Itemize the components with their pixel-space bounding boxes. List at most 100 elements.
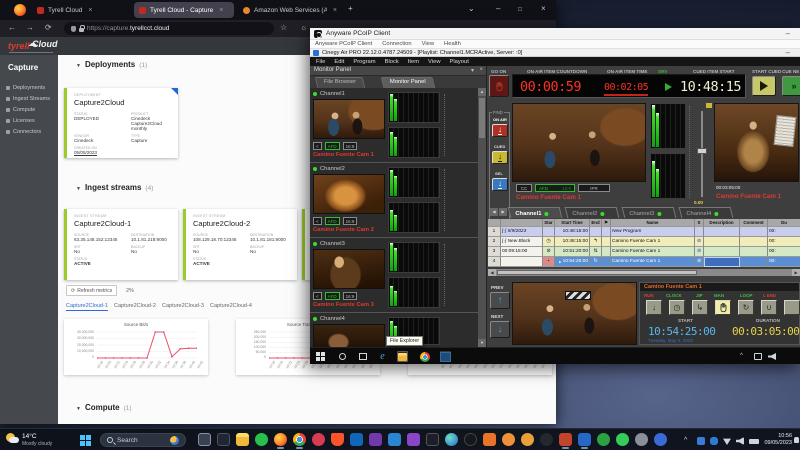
playlist-row-3[interactable]: 3 00:09:15:00 ⊘ 10:51:20:00 ⇅ Camino Fue… [488, 247, 800, 257]
playlist-tab-channel3[interactable]: Channel3 [622, 207, 677, 218]
scroll-down-icon[interactable]: ▼ [478, 339, 486, 347]
close-icon[interactable]: × [479, 67, 483, 73]
chart-tab-2[interactable]: Capture2Cloud-2 [114, 303, 156, 309]
collapse-triangle-icon[interactable]: ▼ [76, 186, 81, 192]
back-button[interactable]: < [313, 292, 322, 300]
playlist-tab-channel2[interactable]: Channel2 [565, 207, 620, 218]
jip-button[interactable]: ↳ [692, 300, 708, 315]
chart-tab-4[interactable]: Capture2Cloud-4 [210, 303, 252, 309]
menu-health[interactable]: Health [444, 41, 461, 47]
tab-aws[interactable]: Amazon Web Services (AWS) × [238, 2, 342, 18]
github-icon[interactable] [540, 433, 553, 446]
tray-chat-icon[interactable] [754, 353, 762, 360]
scroll-thumb[interactable] [479, 98, 485, 138]
reload-icon[interactable]: ⟳ [45, 23, 52, 32]
scroll-thumb[interactable] [497, 270, 697, 275]
bluetooth-icon[interactable] [697, 437, 705, 445]
pencil-icon[interactable] [521, 433, 534, 446]
tab-close-icon[interactable]: × [219, 7, 223, 14]
playlist-hscrollbar[interactable]: ◀ ▶ [488, 269, 800, 276]
loop-button[interactable]: ↻ [738, 300, 754, 315]
channel1-video-thumb[interactable] [313, 99, 385, 139]
menu-anyware[interactable]: Anyware PCoIP Client [315, 41, 372, 47]
tabs-scroll-right-icon[interactable]: ▶ [499, 208, 507, 216]
weather-temp[interactable]: 14°C [22, 433, 37, 440]
onenote-icon[interactable] [369, 433, 382, 446]
back-icon[interactable]: ← [8, 23, 16, 32]
firefox-icon[interactable] [274, 433, 287, 446]
whatsapp-icon[interactable] [616, 433, 629, 446]
menu-connection[interactable]: Connection [382, 41, 411, 47]
channel4-video-thumb[interactable] [313, 324, 385, 347]
sidebar-item-compute[interactable]: Compute [6, 107, 35, 113]
pin-icon[interactable]: ▾ [471, 67, 474, 74]
collapse-triangle-icon[interactable]: ▼ [76, 63, 81, 69]
firefox-icon[interactable] [14, 4, 26, 16]
channel-monitor-2[interactable]: Channel2 < AFD 16:9 Camino Fuente Cam 2 [310, 165, 479, 238]
scroll-left-icon[interactable]: ◀ [488, 269, 496, 276]
channel-monitor-1[interactable]: Channel1 < AFD 16:9 Camino Fuente Cam 1 [310, 90, 479, 163]
feather-icon[interactable] [635, 433, 648, 446]
shield-icon[interactable] [71, 26, 76, 32]
chrome-icon[interactable] [419, 351, 430, 362]
onedrive-icon[interactable] [710, 437, 718, 445]
tab-tyrell-cloud[interactable]: Tyrell Cloud × [32, 2, 130, 18]
dev-sphere-icon[interactable] [445, 433, 458, 446]
playlist-tab-channel1[interactable]: Channel1 [508, 207, 563, 218]
take-down-button[interactable]: ↓ [646, 300, 662, 315]
vscode-icon[interactable] [388, 433, 401, 446]
cue-next-button[interactable]: » [782, 76, 800, 96]
collapse-triangle-icon[interactable]: ▼ [76, 406, 81, 412]
remote-desktop-icon[interactable] [578, 433, 591, 446]
menu-edit[interactable]: Edit [334, 59, 344, 65]
tabs-scroll-left-icon[interactable]: ◀ [490, 208, 498, 216]
pcoip-titlebar[interactable]: Anyware PCoIP Client – [310, 28, 800, 40]
taskbar-clock[interactable]: 10:56 09/05/2023 [756, 433, 792, 447]
notification-bell-icon[interactable] [794, 437, 799, 443]
start-icon[interactable] [315, 351, 326, 362]
next-button[interactable]: ↓ [490, 321, 510, 338]
find-onair-button[interactable]: ↓ [492, 124, 508, 137]
clock-mode-button[interactable]: ◷ [669, 300, 685, 315]
chevron-up-icon[interactable]: ^ [684, 437, 692, 445]
tab-close-icon[interactable]: × [88, 7, 92, 14]
menu-item[interactable]: Item [408, 59, 419, 65]
s-app-icon[interactable] [217, 433, 230, 446]
chart-tab-3[interactable]: Capture2Cloud-3 [162, 303, 204, 309]
minimize-button[interactable]: – [496, 3, 500, 15]
profile-icon[interactable] [654, 433, 667, 446]
start-button[interactable] [80, 435, 91, 446]
powerpoint-icon[interactable] [559, 433, 572, 446]
photos-app-icon[interactable] [440, 351, 451, 362]
sidebar-item-connectors[interactable]: Connectors [6, 129, 41, 135]
new-tab-button[interactable]: + [348, 3, 353, 15]
tab-monitor-panel[interactable]: Monitor Panel [381, 77, 436, 88]
file-explorer-icon[interactable] [236, 433, 249, 446]
find-sel-button[interactable]: ↓ [492, 178, 508, 191]
scroll-right-icon[interactable]: ▶ [792, 269, 800, 276]
sidebar-item-deployments[interactable]: Deployments [6, 85, 45, 91]
extra-button[interactable] [784, 300, 800, 315]
deployments-section-heading[interactable]: ▼ Deployments(1) [76, 60, 147, 69]
back-button[interactable]: < [313, 217, 322, 225]
search-box[interactable]: Search [100, 433, 186, 447]
playlist-row-1[interactable]: 1 [-] 5/9/2023 10:48:15:00 New Program 0… [488, 227, 800, 237]
url-bar[interactable]: https://capture.tyrellcct.cloud [64, 22, 274, 35]
smiley-icon[interactable] [502, 433, 515, 446]
brave-icon[interactable] [331, 433, 344, 446]
fader-track[interactable] [701, 111, 703, 197]
ms-app-icon[interactable] [407, 433, 420, 446]
tab-tyrell-capture[interactable]: Tyrell Cloud - Capture × [134, 2, 234, 18]
focused-cell[interactable] [704, 257, 740, 267]
office-icon[interactable] [483, 433, 496, 446]
xbox-icon[interactable] [597, 433, 610, 446]
task-view-icon[interactable] [198, 433, 211, 446]
go-on-button[interactable] [489, 75, 509, 97]
monitor-scrollbar[interactable]: ▲ ▼ [478, 88, 486, 347]
terminal-icon[interactable] [426, 433, 439, 446]
settings-gear-icon[interactable]: ☼ [300, 23, 307, 32]
playlist-row-4-selected[interactable]: 4 ▪ ▶10:54:25:00 ↻ Camino Fuente Cam 1 ⊘… [488, 257, 800, 267]
volume-icon[interactable] [736, 437, 744, 445]
ingest-card-2[interactable]: INGEST STREAM Capture2Cloud-2 SOURCE108.… [183, 209, 297, 280]
menu-program[interactable]: Program [353, 59, 375, 65]
